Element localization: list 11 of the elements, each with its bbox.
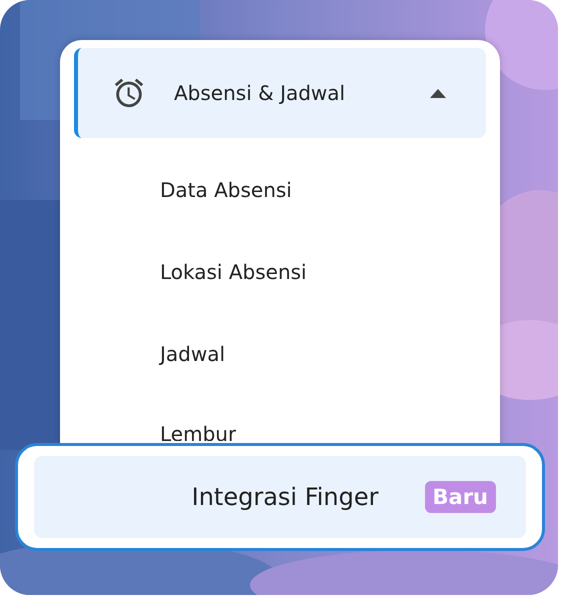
menu-group-label: Absensi & Jadwal (174, 81, 346, 105)
caret-icon (430, 88, 446, 98)
menu-item[interactable]: Lokasi Absensi (160, 258, 307, 286)
alarm-clock-icon (112, 76, 146, 110)
new-badge: Baru (424, 481, 496, 513)
menu-item[interactable]: Data Absensi (160, 176, 292, 204)
menu-item[interactable]: Integrasi Finger Baru (34, 456, 526, 538)
menu-item[interactable]: Lembur (160, 422, 236, 441)
menu-item[interactable]: Jadwal (160, 340, 226, 368)
menu-group[interactable]: Absensi & Jadwal (74, 48, 486, 138)
menu-item-label: Integrasi Finger (192, 483, 379, 511)
